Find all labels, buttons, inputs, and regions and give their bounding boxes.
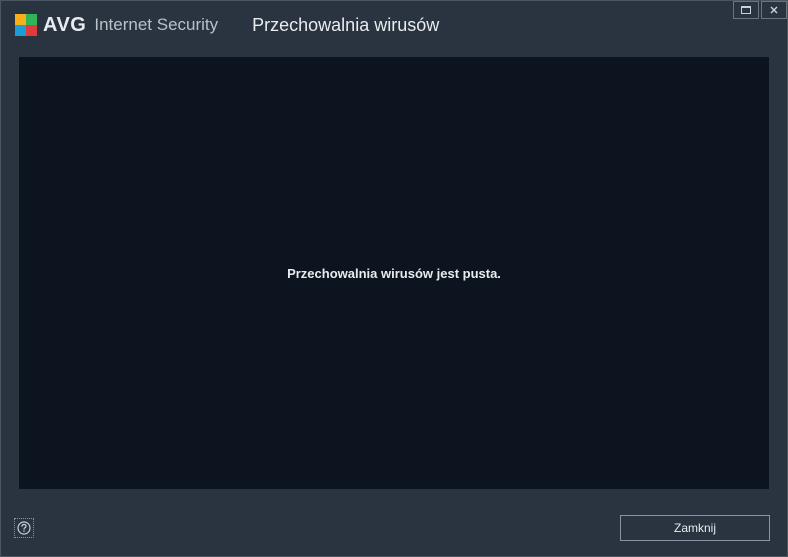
close-button[interactable]: Zamknij	[620, 515, 770, 541]
window-controls	[731, 1, 787, 19]
footer: Zamknij	[0, 507, 788, 557]
brand-block: AVG Internet Security	[15, 14, 218, 37]
empty-message: Przechowalnia wirusów jest pusta.	[287, 266, 501, 281]
virus-vault-content: Przechowalnia wirusów jest pusta.	[19, 57, 769, 489]
titlebar: AVG Internet Security Przechowalnia wiru…	[1, 1, 787, 49]
brand-name: AVG	[43, 14, 86, 37]
window-title: Przechowalnia wirusów	[252, 15, 439, 36]
help-icon[interactable]	[14, 518, 34, 538]
brand-suffix: Internet Security	[94, 15, 218, 35]
maximize-button[interactable]	[733, 1, 759, 19]
avg-logo-icon	[15, 14, 37, 36]
close-window-button[interactable]	[761, 1, 787, 19]
